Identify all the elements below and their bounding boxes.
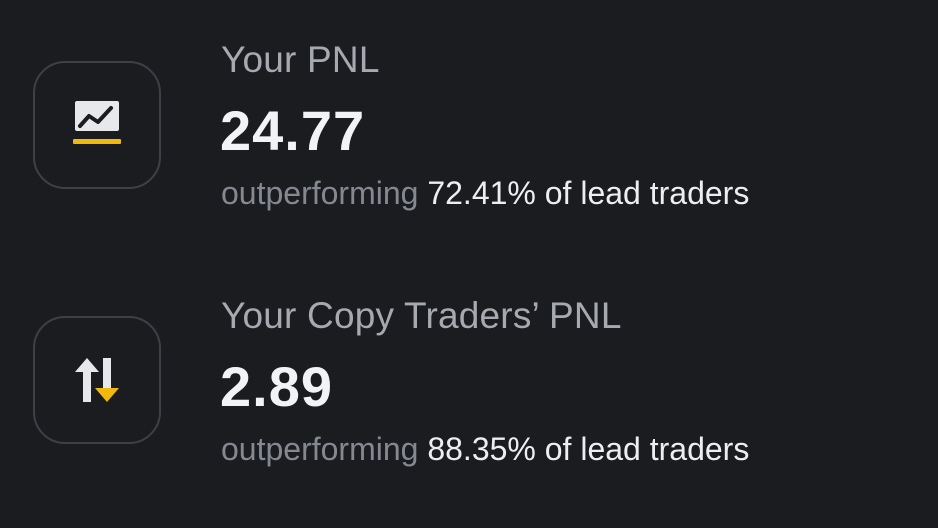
pnl-percentile-value: 72.41% of lead traders bbox=[427, 175, 750, 211]
chart-line-icon bbox=[73, 101, 121, 144]
copy-traders-pnl-value: 2.89 bbox=[220, 355, 333, 418]
copy-traders-percentile-value: 88.35% of lead traders bbox=[427, 431, 750, 467]
copy-traders-percentile-prefix: outperforming bbox=[221, 431, 419, 467]
pnl-label: Your PNL bbox=[221, 39, 380, 80]
copy-traders-pnl-stat-row: Your Copy Traders’ PNL 2.89 outperformin… bbox=[0, 256, 938, 496]
swap-arrows-icon bbox=[75, 358, 119, 402]
pnl-percentile-text: outperforming 72.41% of lead traders bbox=[221, 175, 749, 212]
copy-traders-percentile-text: outperforming 88.35% of lead traders bbox=[221, 431, 749, 468]
pnl-icon-container bbox=[33, 61, 161, 189]
pnl-value: 24.77 bbox=[220, 99, 366, 162]
copy-traders-icon-container bbox=[33, 316, 161, 444]
pnl-percentile-prefix: outperforming bbox=[221, 175, 419, 211]
pnl-stat-row: Your PNL 24.77 outperforming 72.41% of l… bbox=[0, 0, 938, 240]
copy-traders-pnl-label: Your Copy Traders’ PNL bbox=[221, 295, 622, 336]
